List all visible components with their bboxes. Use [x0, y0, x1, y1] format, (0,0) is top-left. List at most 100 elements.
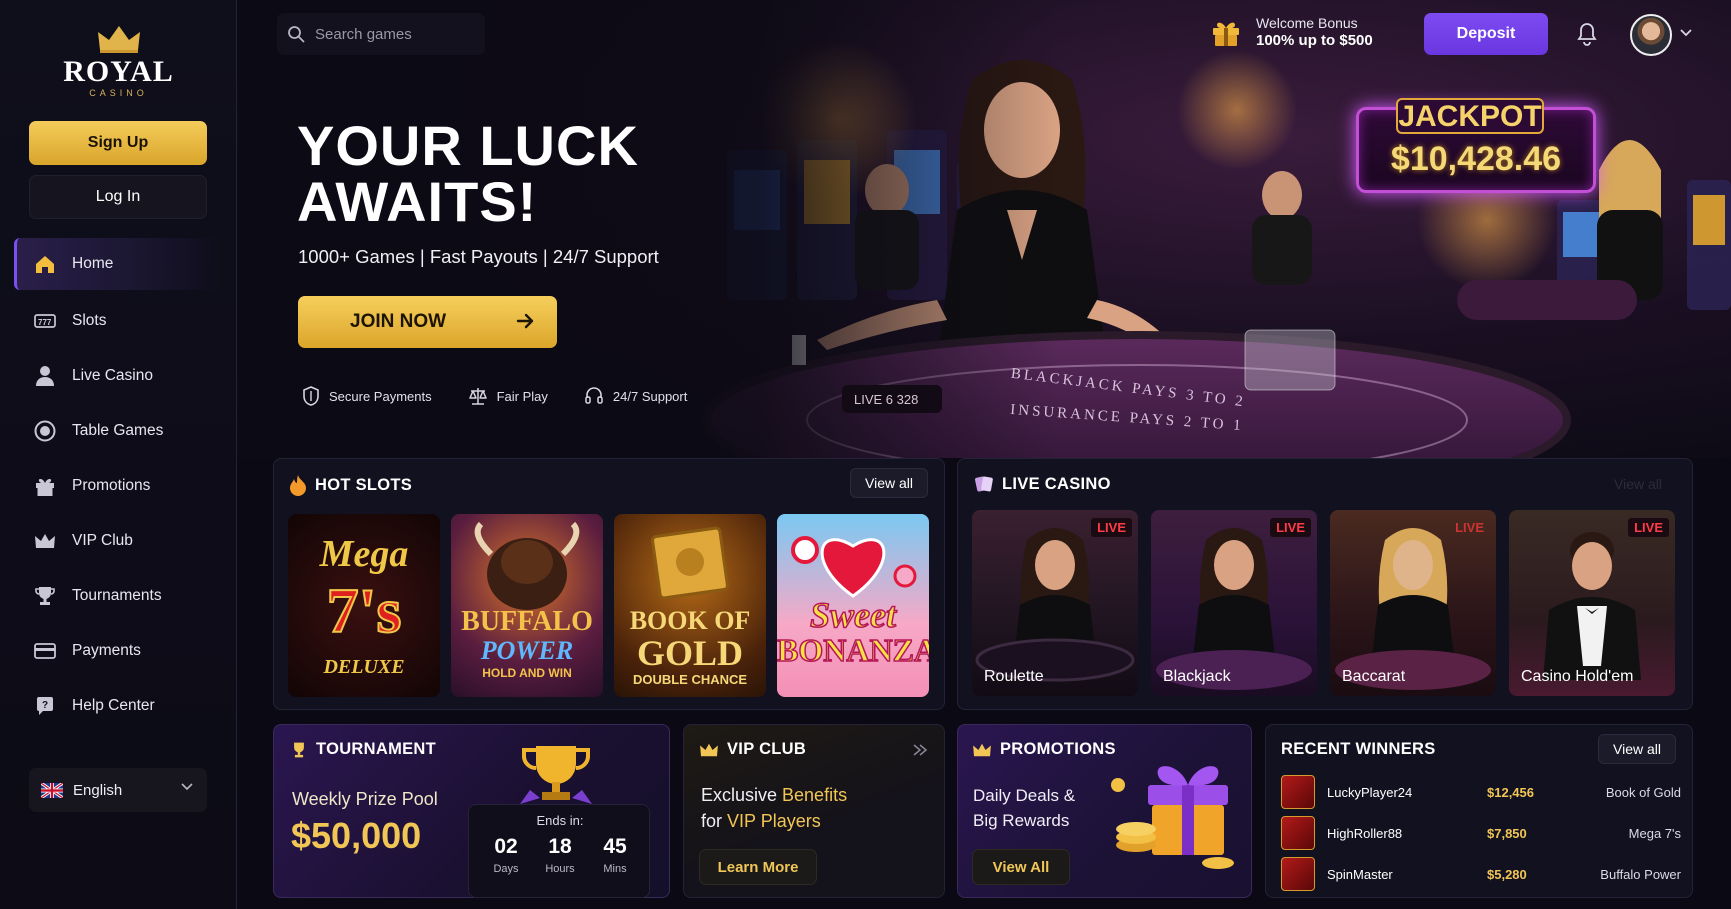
search-box[interactable]	[277, 13, 485, 55]
tournament-title: TOURNAMENT	[290, 740, 436, 759]
winner-amount: $7,850	[1487, 825, 1527, 841]
live-card-casino-holdem[interactable]: LIVE Casino Hold'em	[1509, 510, 1675, 696]
sidebar-item-tournaments[interactable]: Tournaments	[0, 568, 237, 623]
countdown-days-label: Days	[493, 863, 519, 875]
winner-row[interactable]: LuckyPlayer24 $12,456 Book of Gold	[1281, 772, 1681, 812]
scales-icon	[468, 388, 487, 405]
sidebar-item-payments[interactable]: Payments	[0, 623, 237, 678]
vip-line1: Exclusive Benefits	[701, 785, 847, 806]
promotions-line2: Big Rewards	[973, 811, 1070, 830]
countdown-mins-label: Mins	[603, 863, 627, 875]
winner-name: HighRoller88	[1327, 825, 1403, 841]
winner-game: Mega 7's	[1628, 825, 1681, 841]
brand-tagline: CASINO	[89, 88, 148, 98]
crown-icon	[700, 743, 718, 756]
gift-icon	[34, 475, 56, 497]
join-now-button[interactable]: JOIN NOW	[298, 296, 557, 348]
slot-card-book-of-gold[interactable]: BOOK OF GOLD DOUBLE CHANCE	[614, 514, 766, 697]
live-card-baccarat[interactable]: LIVE Baccarat	[1330, 510, 1496, 696]
bell-icon[interactable]	[1576, 22, 1598, 46]
chevron-down-icon[interactable]	[1680, 28, 1692, 38]
slot-title-line3: DELUXE	[323, 656, 405, 678]
sidebar-item-promotions[interactable]: Promotions	[0, 458, 237, 513]
live-badge: LIVE	[1091, 518, 1132, 537]
panel-title-label: HOT SLOTS	[315, 475, 413, 494]
live-game-name: Roulette	[984, 668, 1044, 685]
hero-subtitle: 1000+ Games | Fast Payouts | 24/7 Suppor…	[298, 246, 659, 267]
join-now-label: JOIN NOW	[350, 311, 447, 332]
sidebar-item-label: Help Center	[72, 696, 155, 714]
countdown-hours-label: Hours	[545, 863, 575, 875]
winner-game: Buffalo Power	[1600, 866, 1681, 882]
avatar[interactable]	[1630, 14, 1672, 56]
welcome-bonus[interactable]: Welcome Bonus 100% up to $500	[1210, 14, 1373, 50]
hot-slots-view-all-button[interactable]: View all	[850, 468, 928, 498]
deposit-button[interactable]: Deposit	[1424, 13, 1548, 55]
table-live-chip: LIVE 6 328	[842, 385, 942, 413]
brand-name: ROYAL	[63, 55, 174, 88]
hero-title: YOUR LUCK AWAITS!	[297, 114, 639, 233]
hot-slots-title: HOT SLOTS	[289, 474, 412, 496]
language-select[interactable]: English	[29, 768, 207, 812]
slot-card-sweet-bonanza[interactable]: Sweet BONANZA	[777, 514, 929, 697]
winner-amount: $5,280	[1487, 866, 1527, 882]
live-game-name: Baccarat	[1342, 668, 1406, 685]
vip-line2: for VIP Players	[701, 811, 821, 832]
slot-title-line1: BUFFALO	[461, 606, 593, 637]
sidebar-item-slots[interactable]: 777 Slots	[0, 293, 237, 348]
countdown-mins: 45	[603, 835, 627, 858]
feature-secure-payments: Secure Payments	[302, 386, 432, 406]
book-art	[651, 526, 729, 600]
sidebar-nav: Home 777 Slots Live Casino Table Games P…	[0, 238, 237, 733]
sidebar-item-live-casino[interactable]: Live Casino	[0, 348, 237, 403]
chip-icon	[34, 420, 56, 442]
sidebar-item-table-games[interactable]: Table Games	[0, 403, 237, 458]
live-casino-view-all-link[interactable]: View all	[1614, 476, 1662, 492]
sidebar-item-home[interactable]: Home	[14, 238, 223, 290]
sidebar-item-vip-club[interactable]: VIP Club	[0, 513, 237, 568]
learn-more-button[interactable]: Learn More	[699, 849, 817, 885]
live-card-blackjack[interactable]: LIVE Blackjack	[1151, 510, 1317, 696]
panel-title-label: LIVE CASINO	[1002, 474, 1111, 493]
brand-logo[interactable]: ROYAL CASINO	[0, 24, 237, 98]
ends-in-label: Ends in:	[536, 813, 584, 828]
countdown-days: 02	[494, 835, 518, 858]
promotions-view-all-button[interactable]: View All	[972, 849, 1070, 885]
recent-winners-title: RECENT WINNERS	[1281, 740, 1436, 758]
slot-card-mega-7s[interactable]: Mega 7's DELUXE	[288, 514, 440, 697]
vip-line2-highlight: VIP Players	[727, 811, 821, 831]
slot-title-line1: Mega	[319, 533, 409, 575]
bonus-title: Welcome Bonus	[1256, 15, 1358, 31]
winner-game-thumb	[1281, 857, 1315, 891]
feature-label: Secure Payments	[329, 388, 432, 404]
live-badge: LIVE	[1628, 518, 1669, 537]
sparkle-icon	[913, 744, 928, 756]
fire-icon	[290, 475, 306, 496]
slots-icon: 777	[34, 310, 56, 332]
sidebar-item-label: Table Games	[72, 421, 164, 439]
prize-pool-amount: $50,000	[291, 815, 422, 856]
feature-fair-play: Fair Play	[468, 386, 548, 406]
svg-text:777: 777	[38, 318, 52, 327]
log-in-button[interactable]: Log In	[29, 175, 207, 219]
winner-row[interactable]: HighRoller88 $7,850 Mega 7's	[1281, 813, 1681, 853]
sign-up-button[interactable]: Sign Up	[29, 121, 207, 165]
countdown-box: Ends in: 02 18 45 Days Hours Mins	[468, 804, 650, 898]
prize-pool-label: Weekly Prize Pool	[292, 789, 438, 809]
crown-icon	[973, 743, 991, 756]
slot-card-buffalo-power[interactable]: BUFFALO POWER HOLD AND WIN	[451, 514, 603, 697]
slot-title-line2: 7's	[326, 574, 403, 647]
crown-icon	[34, 530, 56, 552]
winner-row[interactable]: SpinMaster $5,280 Buffalo Power	[1281, 854, 1681, 894]
sidebar-item-help-center[interactable]: ? Help Center	[0, 678, 237, 733]
slot-title-line2: BONANZA	[777, 631, 929, 669]
feature-label: Fair Play	[496, 388, 548, 404]
vip-club-title: VIP CLUB	[699, 740, 806, 759]
panel-title-label: TOURNAMENT	[316, 740, 437, 758]
search-input[interactable]	[315, 25, 465, 43]
winners-view-all-button[interactable]: View all	[1598, 734, 1676, 764]
shield-icon	[303, 386, 319, 406]
live-card-roulette[interactable]: LIVE Roulette	[972, 510, 1138, 696]
countdown-hours: 18	[548, 835, 572, 858]
slot-title-line2: POWER	[480, 636, 574, 665]
